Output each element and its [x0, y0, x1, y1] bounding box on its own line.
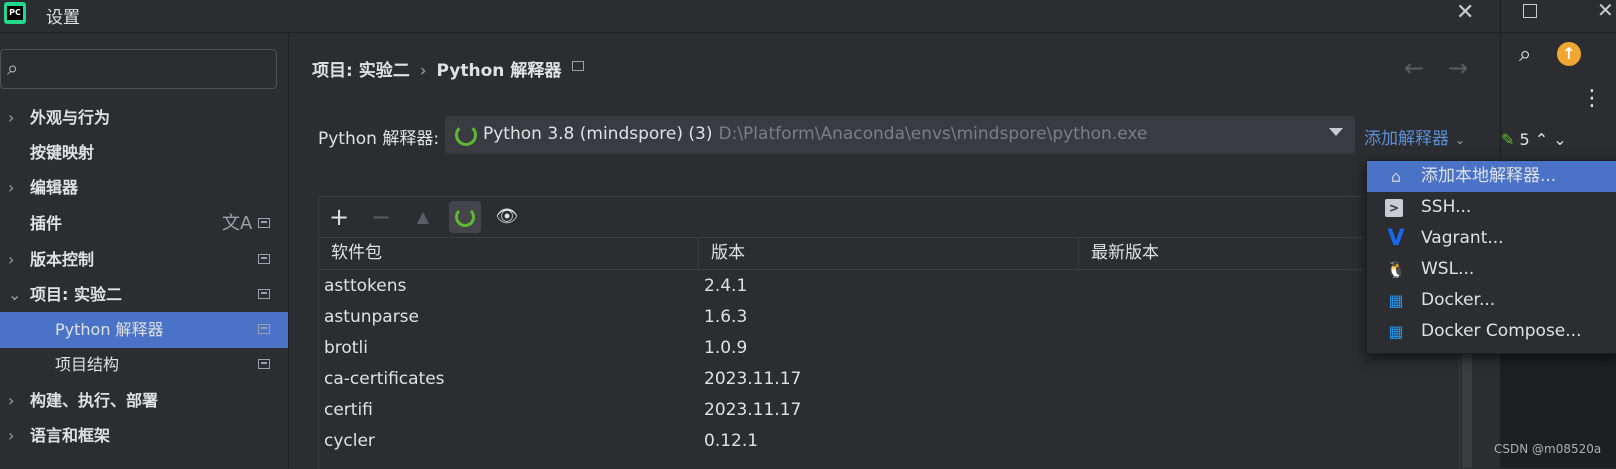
python-env-icon — [455, 124, 477, 146]
close-icon[interactable]: ✕ — [1456, 0, 1474, 25]
back-arrow-icon[interactable]: ← — [1404, 54, 1424, 82]
update-icon[interactable]: ↑ — [1557, 42, 1581, 66]
project-level-icon — [258, 254, 270, 264]
menu-item-vagrant[interactable]: V Vagrant... — [1367, 223, 1616, 254]
vagrant-icon: V — [1387, 226, 1405, 251]
sidebar-item-project[interactable]: ⌄ 项目: 实验二 — [0, 277, 288, 313]
table-row[interactable]: cycler 0.12.1 — [319, 426, 1459, 457]
table-row[interactable]: asttokens 2.4.1 — [319, 271, 1459, 302]
sidebar-item-appearance[interactable]: › 外观与行为 — [0, 100, 288, 136]
breadcrumb-project[interactable]: 项目: 实验二 — [312, 61, 410, 81]
sidebar-item-editor[interactable]: › 编辑器 — [0, 170, 288, 206]
sidebar-item-vcs[interactable]: › 版本控制 — [0, 242, 288, 278]
project-level-icon — [258, 218, 270, 228]
chevron-down-icon: ⌄ — [1455, 133, 1466, 147]
table-row[interactable]: ca-certificates 2023.11.17 — [319, 364, 1459, 395]
title-bar — [0, 0, 1500, 33]
terminal-icon: > — [1385, 199, 1403, 217]
home-icon: ⌂ — [1390, 167, 1402, 186]
package-panel: + − ▲ 👁 软件包 版本 最新版本 asttokens 2.4.1 astun… — [318, 196, 1460, 469]
watermark: CSDN @m08520a — [1494, 442, 1602, 456]
search-icon[interactable]: ⌕ — [1519, 42, 1531, 67]
menu-item-wsl[interactable]: 🐧 WSL... — [1367, 254, 1616, 285]
chevron-right-icon: › — [8, 250, 15, 269]
search-icon: ⌕ — [7, 56, 19, 80]
interpreter-label: Python 解释器: — [318, 129, 440, 149]
search-input[interactable]: ⌕ — [0, 49, 277, 89]
menu-item-docker-compose[interactable]: ▦ Docker Compose... — [1367, 316, 1616, 347]
chevron-right-icon: › — [8, 108, 15, 127]
chevron-right-icon: › — [8, 391, 15, 410]
show-early-releases-eye-icon[interactable]: 👁 — [491, 201, 523, 233]
chevron-right-icon: › — [419, 61, 427, 81]
project-level-icon — [258, 289, 270, 299]
table-row[interactable]: certifi 2023.11.17 — [319, 395, 1459, 426]
sidebar-item-build[interactable]: › 构建、执行、部署 — [0, 383, 288, 419]
table-row[interactable]: brotli 1.0.9 — [319, 333, 1459, 364]
chevron-right-icon: › — [8, 426, 15, 445]
add-package-icon[interactable]: + — [323, 201, 355, 233]
window-title: 设置 — [46, 8, 80, 28]
interpreter-path: D:\Platform\Anaconda\envs\mindspore\pyth… — [718, 124, 1148, 144]
more-vertical-icon[interactable]: ⋮ — [1581, 86, 1603, 111]
column-header-version[interactable]: 版本 — [699, 237, 1079, 269]
add-interpreter-menu: ⌂ 添加本地解释器... > SSH... V Vagrant... 🐧 WSL… — [1366, 160, 1616, 354]
forward-arrow-icon[interactable]: → — [1448, 54, 1468, 82]
table-row[interactable]: astunparse 1.6.3 — [319, 302, 1459, 333]
menu-item-docker[interactable]: ▦ Docker... — [1367, 285, 1616, 316]
sidebar-item-keymap[interactable]: 按键映射 — [0, 135, 288, 171]
add-interpreter-link[interactable]: 添加解释器 ⌄ — [1364, 124, 1465, 149]
table-header: 软件包 版本 最新版本 — [319, 237, 1459, 270]
refresh-spinner-icon[interactable] — [449, 201, 481, 233]
docker-icon: ▦ — [1388, 322, 1404, 341]
sidebar-item-python-interpreter[interactable]: Python 解释器 — [0, 312, 288, 348]
package-toolbar: + − ▲ 👁 — [319, 197, 1459, 238]
project-level-icon — [258, 359, 270, 369]
menu-item-ssh[interactable]: > SSH... — [1367, 192, 1616, 223]
column-header-package[interactable]: 软件包 — [319, 237, 699, 269]
breadcrumb-page: Python 解释器 — [436, 61, 562, 81]
translate-icon: 文A — [222, 213, 253, 234]
breadcrumb: 项目: 实验二 › Python 解释器 — [312, 56, 561, 81]
project-level-icon — [258, 324, 270, 334]
docker-icon: ▦ — [1388, 291, 1404, 310]
sidebar-item-languages[interactable]: › 语言和框架 — [0, 418, 288, 454]
app-logo-icon: PC — [4, 2, 26, 24]
inspection-count: ✎ 5 ⌃ ⌄ — [1501, 130, 1567, 149]
interpreter-name: Python 3.8 (mindspore) (3) — [483, 124, 713, 144]
chevron-right-icon: › — [8, 178, 15, 197]
close-icon[interactable]: ✕ — [1597, 0, 1614, 22]
menu-item-add-local[interactable]: ⌂ 添加本地解释器... — [1367, 161, 1616, 192]
dropdown-arrow-icon — [1329, 128, 1343, 136]
upgrade-package-icon[interactable]: ▲ — [407, 201, 439, 233]
linux-icon: 🐧 — [1386, 260, 1406, 279]
restore-window-icon[interactable] — [1523, 4, 1537, 18]
sidebar-item-project-structure[interactable]: 项目结构 — [0, 347, 288, 383]
sidebar-item-plugins[interactable]: 插件 文A — [0, 206, 288, 242]
chevron-down-icon: ⌄ — [8, 285, 22, 304]
project-level-icon — [572, 61, 584, 71]
remove-package-icon[interactable]: − — [365, 201, 397, 233]
interpreter-select[interactable]: Python 3.8 (mindspore) (3) D:\Platform\An… — [445, 116, 1355, 154]
